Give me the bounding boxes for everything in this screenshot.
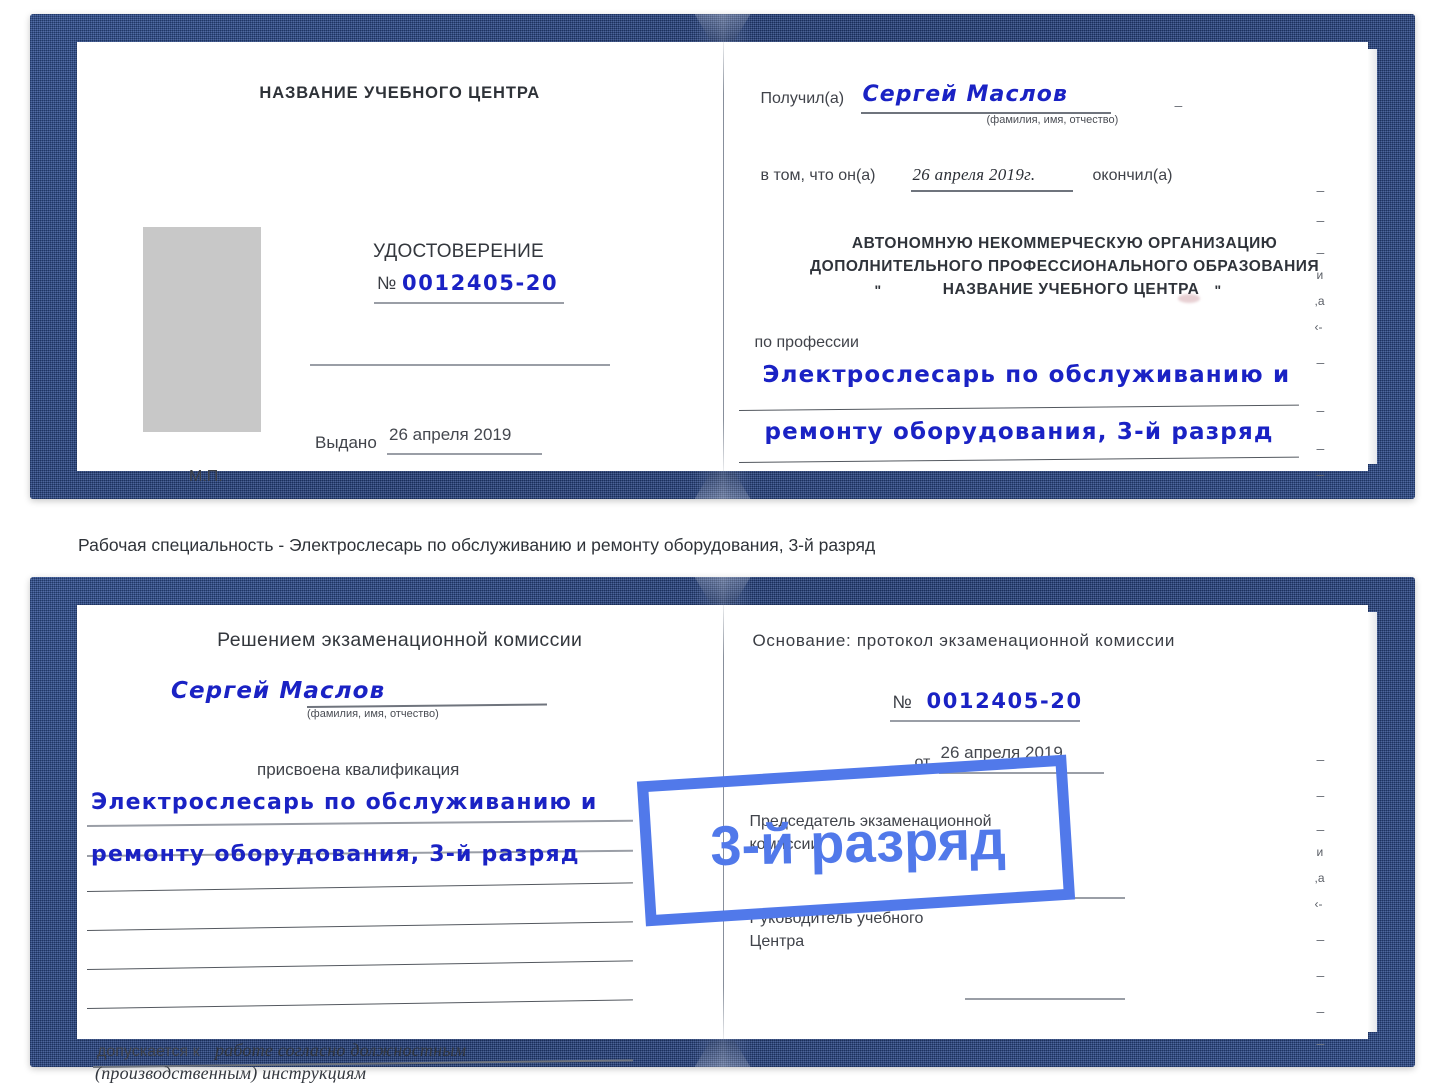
margin2-fragment-dash-2: – [1316,787,1325,803]
margin2-fragment-a: ,а [1314,871,1325,885]
certificate-bottom-right-page: Основание: протокол экзаменационной коми… [723,605,1369,1051]
margin2-fragment-i: и [1316,845,1324,859]
blank-rule-2b [86,921,633,932]
chairman-signature-rule [964,897,1125,899]
received-name-value: Сергей Маслов [862,82,1069,107]
caption-text: Рабочая специальность - Электрослесарь п… [78,535,876,555]
paper-edge-sliver-2 [1368,612,1377,1032]
chairman-line-1: Председатель экзаменационной [749,813,992,830]
profession-rule-1 [738,404,1299,412]
org-quote-open: " [874,282,882,298]
chairman-line-2: комиссии [749,836,820,853]
margin2-fragment-dash-7: – [1316,1035,1325,1051]
head-line-1: Руководитель учебного [749,910,924,927]
number-symbol: № [377,273,397,293]
issued-date-value: 26 апреля 2019 [389,425,512,444]
margin2-fragment-dash-5: – [1316,967,1325,983]
issued-underline [387,453,542,455]
margin-fragment-arrow: ‹- [1314,320,1323,334]
qualification-label: присвоена квалификация [257,760,460,779]
profession-line-1: Электрослесарь по обслуживанию и [762,362,1291,388]
org-quote-close: " [1214,282,1222,298]
qualification-line-2: ремонту оборудования, 3-й разряд [91,842,580,867]
margin-fragment-dash-2: – [1316,212,1325,228]
paper-edge-sliver [1368,49,1377,464]
certificate-bottom-paper: Решением экзаменационной комиссии Сергей… [77,605,1377,1083]
certificate-book-bottom: Решением экзаменационной комиссии Сергей… [30,577,1415,1083]
document-type-label: УДОСТОВЕРЕНИЕ [373,241,544,262]
protocol-date-label: от [914,754,931,771]
qualification-line-1: Электрослесарь по обслуживанию и [91,790,598,815]
margin2-fragment-dash-3: – [1316,821,1325,837]
completed-date-value: 26 апреля 2019г. [912,165,1036,184]
margin-fragment-dash-5: – [1316,402,1325,418]
admit-line-1: работе согласно должностным [215,1040,467,1060]
spine-fold-bottom [695,473,751,499]
certificate-top-left-page: НАЗВАНИЕ УЧЕБНОГО ЦЕНТРА УДОСТОВЕРЕНИЕ №… [77,42,723,485]
margin2-fragment-arrow: ‹- [1314,897,1323,911]
org-line-1: АВТОНОМНУЮ НЕКОММЕРЧЕСКУЮ ОРГАНИЗАЦИЮ [851,235,1278,252]
blank-rule-2d [86,999,633,1010]
profession-label: по профессии [754,334,859,351]
protocol-date-value: 26 апреля 2019 [940,743,1063,762]
margin2-fragment-dash-4: – [1316,931,1325,947]
commission-decision-heading: Решением экзаменационной комиссии [217,629,583,651]
completed-date-underline [910,190,1073,192]
certificate-book-top: НАЗВАНИЕ УЧЕБНОГО ЦЕНТРА УДОСТОВЕРЕНИЕ №… [30,14,1415,499]
org-line-2: ДОПОЛНИТЕЛЬНОГО ПРОФЕССИОНАЛЬНОГО ОБРАЗО… [810,258,1320,275]
number-underline [374,302,564,304]
margin2-fragment-dash-6: – [1316,1003,1325,1019]
photo-placeholder [143,227,261,432]
received-label: Получил(а) [760,90,845,107]
org-line-3: НАЗВАНИЕ УЧЕБНОГО ЦЕНТРА [942,281,1200,298]
certificate-top-right-page: Получил(а) Сергей Маслов (фамилия, имя, … [723,42,1369,482]
profession-rule-2 [738,456,1299,464]
margin-dash-icon: – [1174,97,1183,113]
head-line-2: Центра [749,933,805,950]
margin-fragment-dash-7: – [1316,466,1325,482]
certificate-number-value: 0012405-20 [402,271,559,295]
protocol-number-underline [889,720,1080,722]
blank-rule-1 [310,364,610,366]
head-signature-rule [964,998,1125,1000]
admit-label: допускается к [97,1043,200,1060]
blank-rule-2c [86,960,633,971]
admit-line-2: (производственным) инструкциям [95,1063,367,1083]
blank-rule-2a [86,882,633,893]
paper-smudge [1177,294,1200,303]
margin2-fragment-dash-1: – [1316,751,1325,767]
completed-prefix: в том, что он(а) [760,167,876,184]
issued-label: Выдано [315,433,377,452]
margin-fragment-i: и [1316,268,1324,282]
screenshot-root: НАЗВАНИЕ УЧЕБНОГО ЦЕНТРА УДОСТОВЕРЕНИЕ №… [0,0,1448,1085]
center-heading-training-center: НАЗВАНИЕ УЧЕБНОГО ЦЕНТРА [259,84,541,102]
margin-fragment-a: ,а [1314,294,1325,308]
certificate-bottom-left-page: Решением экзаменационной комиссии Сергей… [77,605,723,1083]
received-hint: (фамилия, имя, отчество) [986,114,1119,126]
margin-fragment-dash-4: – [1316,354,1325,370]
stamp-place-label: М.П. [189,468,223,485]
completed-suffix: окончил(а) [1092,167,1173,184]
protocol-date-underline [938,772,1104,774]
certificate-top-paper: НАЗВАНИЕ УЧЕБНОГО ЦЕНТРА УДОСТОВЕРЕНИЕ №… [77,42,1377,485]
spine-fold-top [694,14,751,40]
margin-fragment-dash-1: – [1316,182,1325,198]
recipient-name-underline [306,703,547,708]
recipient-name-value: Сергей Маслов [171,678,386,704]
margin-fragment-dash-6: – [1316,440,1325,456]
qualification-rule-1 [86,819,633,827]
basis-protocol-label: Основание: протокол экзаменационной коми… [752,631,1176,650]
spine-fold-bottom-2 [695,1041,751,1067]
spine-fold-top-2 [694,577,751,603]
profession-line-2: ремонту оборудования, 3-й разряд [764,419,1274,445]
protocol-number-symbol: № [892,692,912,712]
protocol-number-value: 0012405-20 [926,689,1083,713]
recipient-name-hint: (фамилия, имя, отчество) [307,708,439,720]
margin-fragment-dash-3: – [1316,244,1325,260]
